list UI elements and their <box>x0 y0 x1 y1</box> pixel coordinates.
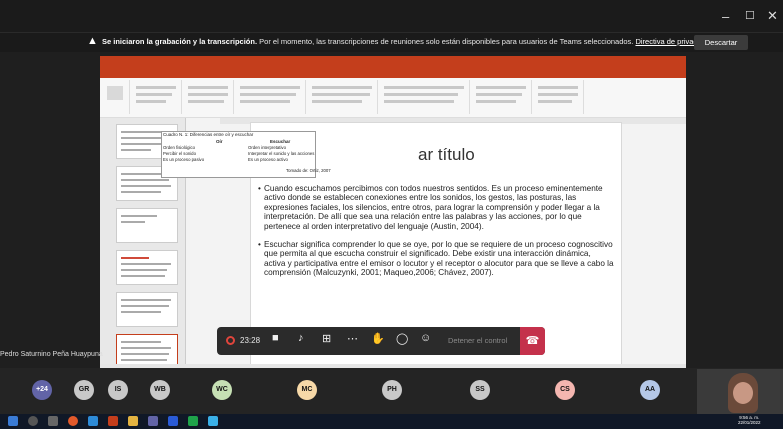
avatar[interactable]: GR <box>74 380 94 400</box>
avatar[interactable]: SS <box>470 380 490 400</box>
table-header: Escuchar <box>270 139 291 144</box>
start-icon[interactable] <box>8 416 18 426</box>
task-view-icon[interactable] <box>48 416 58 426</box>
title-bar <box>0 0 783 32</box>
powerpoint-ribbon <box>100 78 686 118</box>
share-screen-icon[interactable]: ⊞ <box>322 332 331 345</box>
bullet-item: • Escuchar significa comprender lo que se… <box>258 240 614 278</box>
table-cell: Orden fisiológico <box>163 145 196 150</box>
recording-time: 23:28 <box>240 336 261 345</box>
avatar[interactable]: PH <box>382 380 402 400</box>
close-icon[interactable]: ✕ <box>767 8 778 24</box>
table-cell: Percibir el sonido <box>163 151 196 156</box>
avatar[interactable]: WC <box>212 380 232 400</box>
teams-icon[interactable] <box>148 416 158 426</box>
folder-icon[interactable] <box>128 416 138 426</box>
more-options-icon[interactable]: ⋯ <box>347 332 358 345</box>
microphone-icon[interactable]: ♪ <box>298 332 304 344</box>
chat-icon[interactable]: ◯ <box>396 332 408 345</box>
table-caption: Cuadro N. 1: Diferencias entre oír y esc… <box>163 132 254 137</box>
edge-icon[interactable] <box>208 416 218 426</box>
word-icon[interactable] <box>168 416 178 426</box>
powerpoint-icon[interactable] <box>108 416 118 426</box>
app-icon[interactable] <box>88 416 98 426</box>
presenter-name: Pedro Saturnino Peña Huaypuna <box>0 351 103 358</box>
maximize-icon[interactable]: ☐ <box>745 9 755 22</box>
table-cell: Es un proceso pasivo <box>163 157 205 162</box>
avatar[interactable]: CS <box>555 380 575 400</box>
banner-text: Se iniciaron la grabación y la transcrip… <box>102 37 712 46</box>
dismiss-button[interactable]: Descartar <box>694 35 748 50</box>
table-header: Oír <box>216 139 223 144</box>
powerpoint-title-bar <box>100 56 686 68</box>
slide-title[interactable]: ar título <box>418 145 475 165</box>
bullet-item: • Cuando escuchamos percibimos con todos … <box>258 184 603 231</box>
participants-icon[interactable]: ☺ <box>420 332 431 344</box>
hang-up-button[interactable]: ☎ <box>520 327 545 355</box>
avatar[interactable]: WB <box>150 380 170 400</box>
chrome-icon[interactable] <box>68 416 78 426</box>
video-person-face <box>733 382 753 404</box>
powerpoint-ribbon-tabs <box>100 68 686 78</box>
table-cell: Orden interpretativo <box>248 145 286 150</box>
raise-hand-icon[interactable]: ✋ <box>371 332 385 345</box>
table-cell: Interpretar el sonido y las acciones <box>248 151 315 156</box>
recording-icon <box>226 336 235 345</box>
warning-icon: ▲ <box>87 35 98 47</box>
search-icon[interactable] <box>28 416 38 426</box>
avatar[interactable]: MC <box>297 380 317 400</box>
stop-control-button[interactable]: Detener el control <box>448 336 507 345</box>
avatar[interactable]: +24 <box>32 380 52 400</box>
excel-icon[interactable] <box>188 416 198 426</box>
table-cell: Es un proceso activo <box>248 157 288 162</box>
clock[interactable]: 9:56 a. m. 22/01/2022 <box>738 415 761 425</box>
avatar[interactable]: AA <box>640 380 660 400</box>
camera-icon[interactable]: ■ <box>272 332 279 344</box>
table-source: Tomado de: Ortiz, 2007 <box>286 168 331 173</box>
minimize-icon[interactable]: – <box>722 9 729 24</box>
avatar[interactable]: IS <box>108 380 128 400</box>
